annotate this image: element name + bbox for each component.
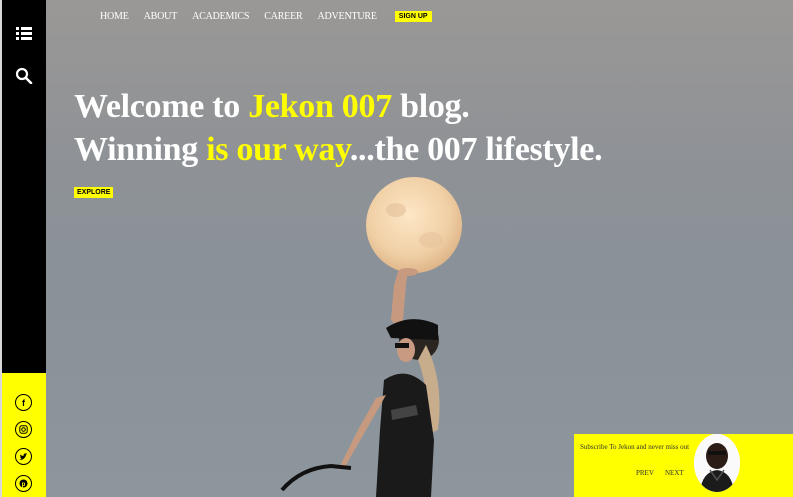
nav-career[interactable]: CAREER	[264, 11, 302, 22]
explore-button[interactable]: EXPLORE	[74, 187, 114, 198]
headline-text: Winning	[74, 131, 207, 168]
hero-background	[46, 0, 793, 497]
facebook-icon[interactable]: f	[15, 394, 32, 411]
headline-text: ...the 007 lifestyle.	[349, 131, 603, 168]
headline-text: blog.	[391, 88, 470, 125]
headline-highlight: Jekon 007	[248, 88, 392, 125]
search-icon[interactable]	[14, 66, 34, 86]
page: f p HOME ABOUT ACADEMICS CAREER ADVENTUR…	[0, 0, 793, 497]
top-nav: HOME ABOUT ACADEMICS CAREER ADVENTURE SI…	[100, 9, 432, 23]
pinterest-icon[interactable]: p	[15, 475, 32, 492]
instagram-icon[interactable]	[15, 421, 32, 438]
next-button[interactable]: NEXT	[665, 469, 684, 477]
nav-academics[interactable]: ACADEMICS	[192, 11, 249, 22]
headline-text: Welcome to	[74, 88, 249, 125]
list-icon[interactable]	[14, 24, 34, 44]
subscribe-panel: Subscribe To Jekon and never miss out PR…	[574, 434, 793, 497]
signup-button[interactable]: SIGN UP	[394, 10, 432, 22]
prev-button[interactable]: PREV	[636, 469, 654, 477]
avatar	[694, 434, 740, 492]
nav-home[interactable]: HOME	[100, 11, 129, 22]
nav-about[interactable]: ABOUT	[144, 11, 178, 22]
headline-highlight: is our way	[206, 131, 350, 168]
person-graphic	[280, 268, 440, 497]
twitter-icon[interactable]	[15, 448, 32, 465]
social-links: f p	[2, 373, 46, 497]
svg-text:p: p	[22, 482, 26, 488]
headline-line-2: Winning is our way...the 007 lifestyle.	[74, 131, 603, 169]
nav-adventure[interactable]: ADVENTURE	[317, 11, 377, 22]
moon-graphic	[366, 177, 462, 273]
hero-photo	[280, 177, 462, 497]
subscribe-text: Subscribe To Jekon and never miss out	[580, 443, 690, 451]
headline-line-1: Welcome to Jekon 007 blog.	[74, 88, 470, 126]
